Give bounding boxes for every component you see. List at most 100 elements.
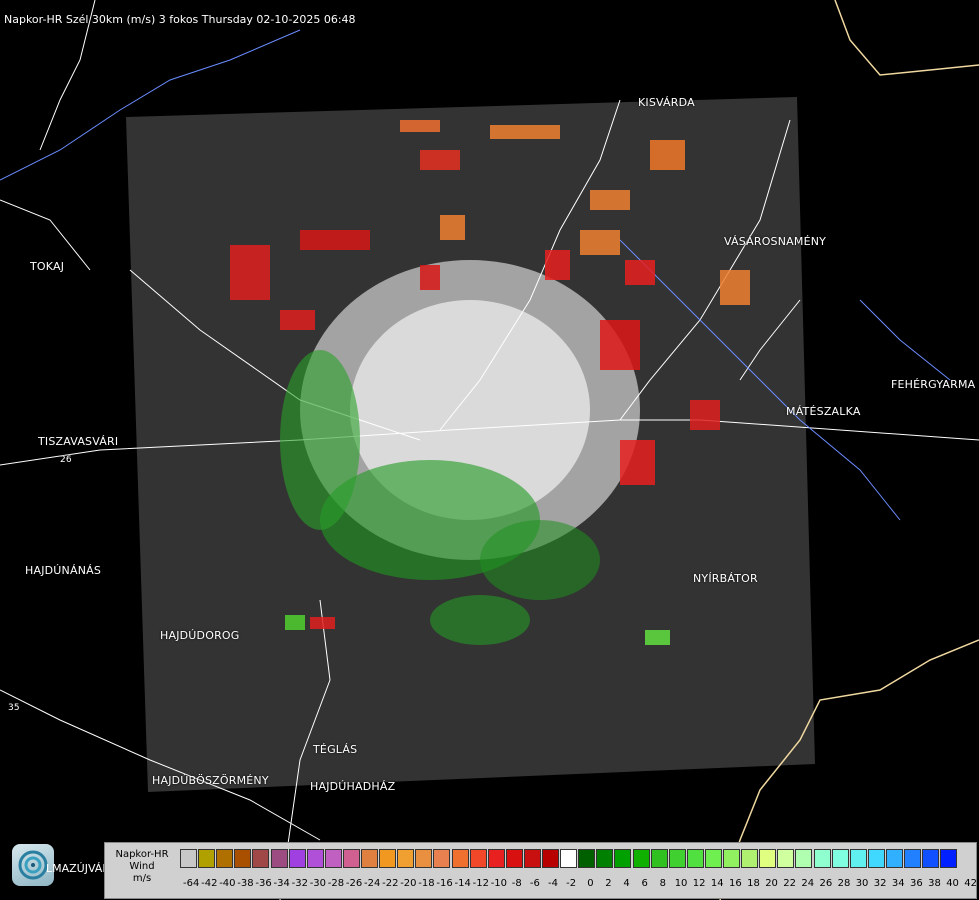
- legend-tick-label: 10: [674, 878, 688, 889]
- legend-tick-label: -4: [548, 878, 558, 889]
- legend-tick-label: 34: [891, 878, 905, 889]
- legend-swatch: [867, 849, 885, 868]
- legend-swatch: [596, 849, 614, 868]
- color-legend: Napkor-HR Wind m/s -64 -42 -4 0 -38 -36 -34 -32…: [104, 842, 977, 899]
- legend-swatch: [741, 849, 759, 868]
- legend-title: Napkor-HR: [115, 849, 169, 860]
- legend-swatch: [361, 849, 378, 868]
- legend-tick-label: -34: [273, 878, 290, 889]
- legend-tick-label: 6: [641, 878, 648, 889]
- city-label-hajdunanas: HAJDÚNÁNÁS: [25, 564, 102, 577]
- legend-tick-label: 12: [692, 878, 706, 889]
- legend-tick-label: -14: [454, 878, 471, 889]
- legend-swatch: [469, 849, 487, 868]
- legend-swatch: [777, 849, 795, 868]
- legend-tick-label: 24: [801, 878, 815, 889]
- city-label-kisvarda: KISVÁRDA: [638, 96, 695, 109]
- map-title: Napkor-HR Szél 30km (m/s) 3 fokos Thursd…: [4, 13, 356, 26]
- legend-tick-label: -20: [400, 878, 417, 889]
- legend-swatch: [885, 849, 903, 868]
- city-label-hajduhadhaz: HAJDÚHADHÁZ: [310, 780, 396, 793]
- legend-swatch: [270, 849, 288, 868]
- legend-tick-label: -30: [309, 878, 327, 889]
- legend-swatch: [180, 849, 197, 868]
- legend-tick-label: -22: [382, 878, 399, 889]
- legend-tick-label: -8: [511, 878, 522, 889]
- legend-tick-label: -2: [566, 878, 577, 889]
- legend-tick-label: 14: [710, 878, 724, 889]
- legend-tick-label: -42: [201, 878, 218, 889]
- road-number-35: 35: [8, 703, 20, 713]
- legend-tick-label: 20: [765, 878, 778, 889]
- legend-tick-label: 8: [659, 878, 666, 889]
- city-label-tokaj: TOKAJ: [30, 260, 65, 273]
- legend-swatch: [849, 849, 867, 868]
- legend-swatch: [795, 849, 813, 868]
- legend-swatch: [487, 849, 505, 868]
- legend-tick-label: 32: [873, 878, 887, 889]
- legend-swatch: [650, 849, 668, 868]
- legend-swatch: [922, 849, 940, 868]
- city-label-hajdudorog: HAJDÚDOROG: [160, 629, 240, 642]
- city-label-vasarosnameny: VÁSÁROSNAMÉNY: [724, 235, 827, 248]
- legend-swatch: [813, 849, 831, 868]
- legend-swatch: [632, 849, 650, 868]
- legend-tick-label: 2: [605, 878, 612, 889]
- legend-swatch: [306, 849, 324, 868]
- legend-swatch: [288, 849, 306, 868]
- legend-tick-label: 38: [928, 878, 941, 889]
- legend-swatch: [397, 849, 415, 868]
- legend-swatch: [904, 849, 921, 868]
- legend-tick-label: 30: [855, 878, 869, 889]
- legend-tick-label: 42: [964, 878, 978, 889]
- legend-swatch: [560, 849, 578, 868]
- legend-tick-label: -12: [472, 878, 489, 889]
- city-label-tiszavasvari: TISZAVASVÁRI: [38, 435, 119, 448]
- legend-tick-label: 26: [819, 878, 833, 889]
- legend-tick-label: -18: [418, 878, 435, 889]
- border-line: [834, 0, 979, 76]
- legend-swatch: [451, 849, 469, 868]
- legend-swatch: [324, 849, 342, 868]
- city-label-fehergyarmat: FEHÉRGYARMA: [891, 378, 976, 391]
- road-number-26: 26: [60, 455, 72, 465]
- legend-swatch: [505, 849, 523, 868]
- legend-tick-label: 36: [910, 878, 923, 889]
- legend-swatch: [831, 849, 849, 868]
- legend-swatch: [614, 849, 632, 868]
- legend-swatch: [342, 849, 360, 868]
- legend-tick-label: 0: [587, 878, 594, 889]
- legend-tick-label: -6: [529, 878, 540, 889]
- legend-swatch: [704, 849, 722, 868]
- legend-swatch: [940, 849, 958, 868]
- legend-swatch: [523, 849, 541, 868]
- legend-swatch: [542, 849, 559, 868]
- legend-tick-label: -32: [291, 878, 308, 889]
- legend-swatch: [216, 849, 234, 868]
- legend-swatch: [198, 849, 216, 868]
- map-canvas: [0, 0, 979, 900]
- legend-quantity: Wind: [129, 861, 155, 872]
- legend-tick-label: 40: [946, 878, 959, 889]
- legend-tick-label: -10: [490, 878, 508, 889]
- legend-unit: m/s: [132, 873, 152, 884]
- legend-swatch: [686, 849, 704, 868]
- legend-tick-label: -38: [237, 878, 254, 889]
- legend-tick-label: 18: [747, 878, 760, 889]
- legend-swatch: [723, 849, 740, 868]
- legend-tick-label: -64: [183, 878, 200, 889]
- legend-tick-label: 28: [837, 878, 851, 889]
- legend-swatch: [379, 849, 397, 868]
- legend-swatch: [234, 849, 252, 868]
- legend-tick-label: -28: [327, 878, 345, 889]
- legend-swatch: [433, 849, 451, 868]
- station-label: LMAZÚJVÁR: [46, 862, 110, 875]
- legend-swatch: [252, 849, 270, 868]
- radar-map: Napkor-HR Szél 30km (m/s) 3 fokos Thursd…: [0, 0, 979, 900]
- legend-swatch: [415, 849, 433, 868]
- legend-swatch: [759, 849, 777, 868]
- legend-label: Napkor-HR Wind m/s: [105, 843, 179, 898]
- legend-tick-label: -26: [345, 878, 363, 889]
- legend-tick-label: -36: [255, 878, 272, 889]
- city-label-teglas: TÉGLÁS: [313, 743, 358, 756]
